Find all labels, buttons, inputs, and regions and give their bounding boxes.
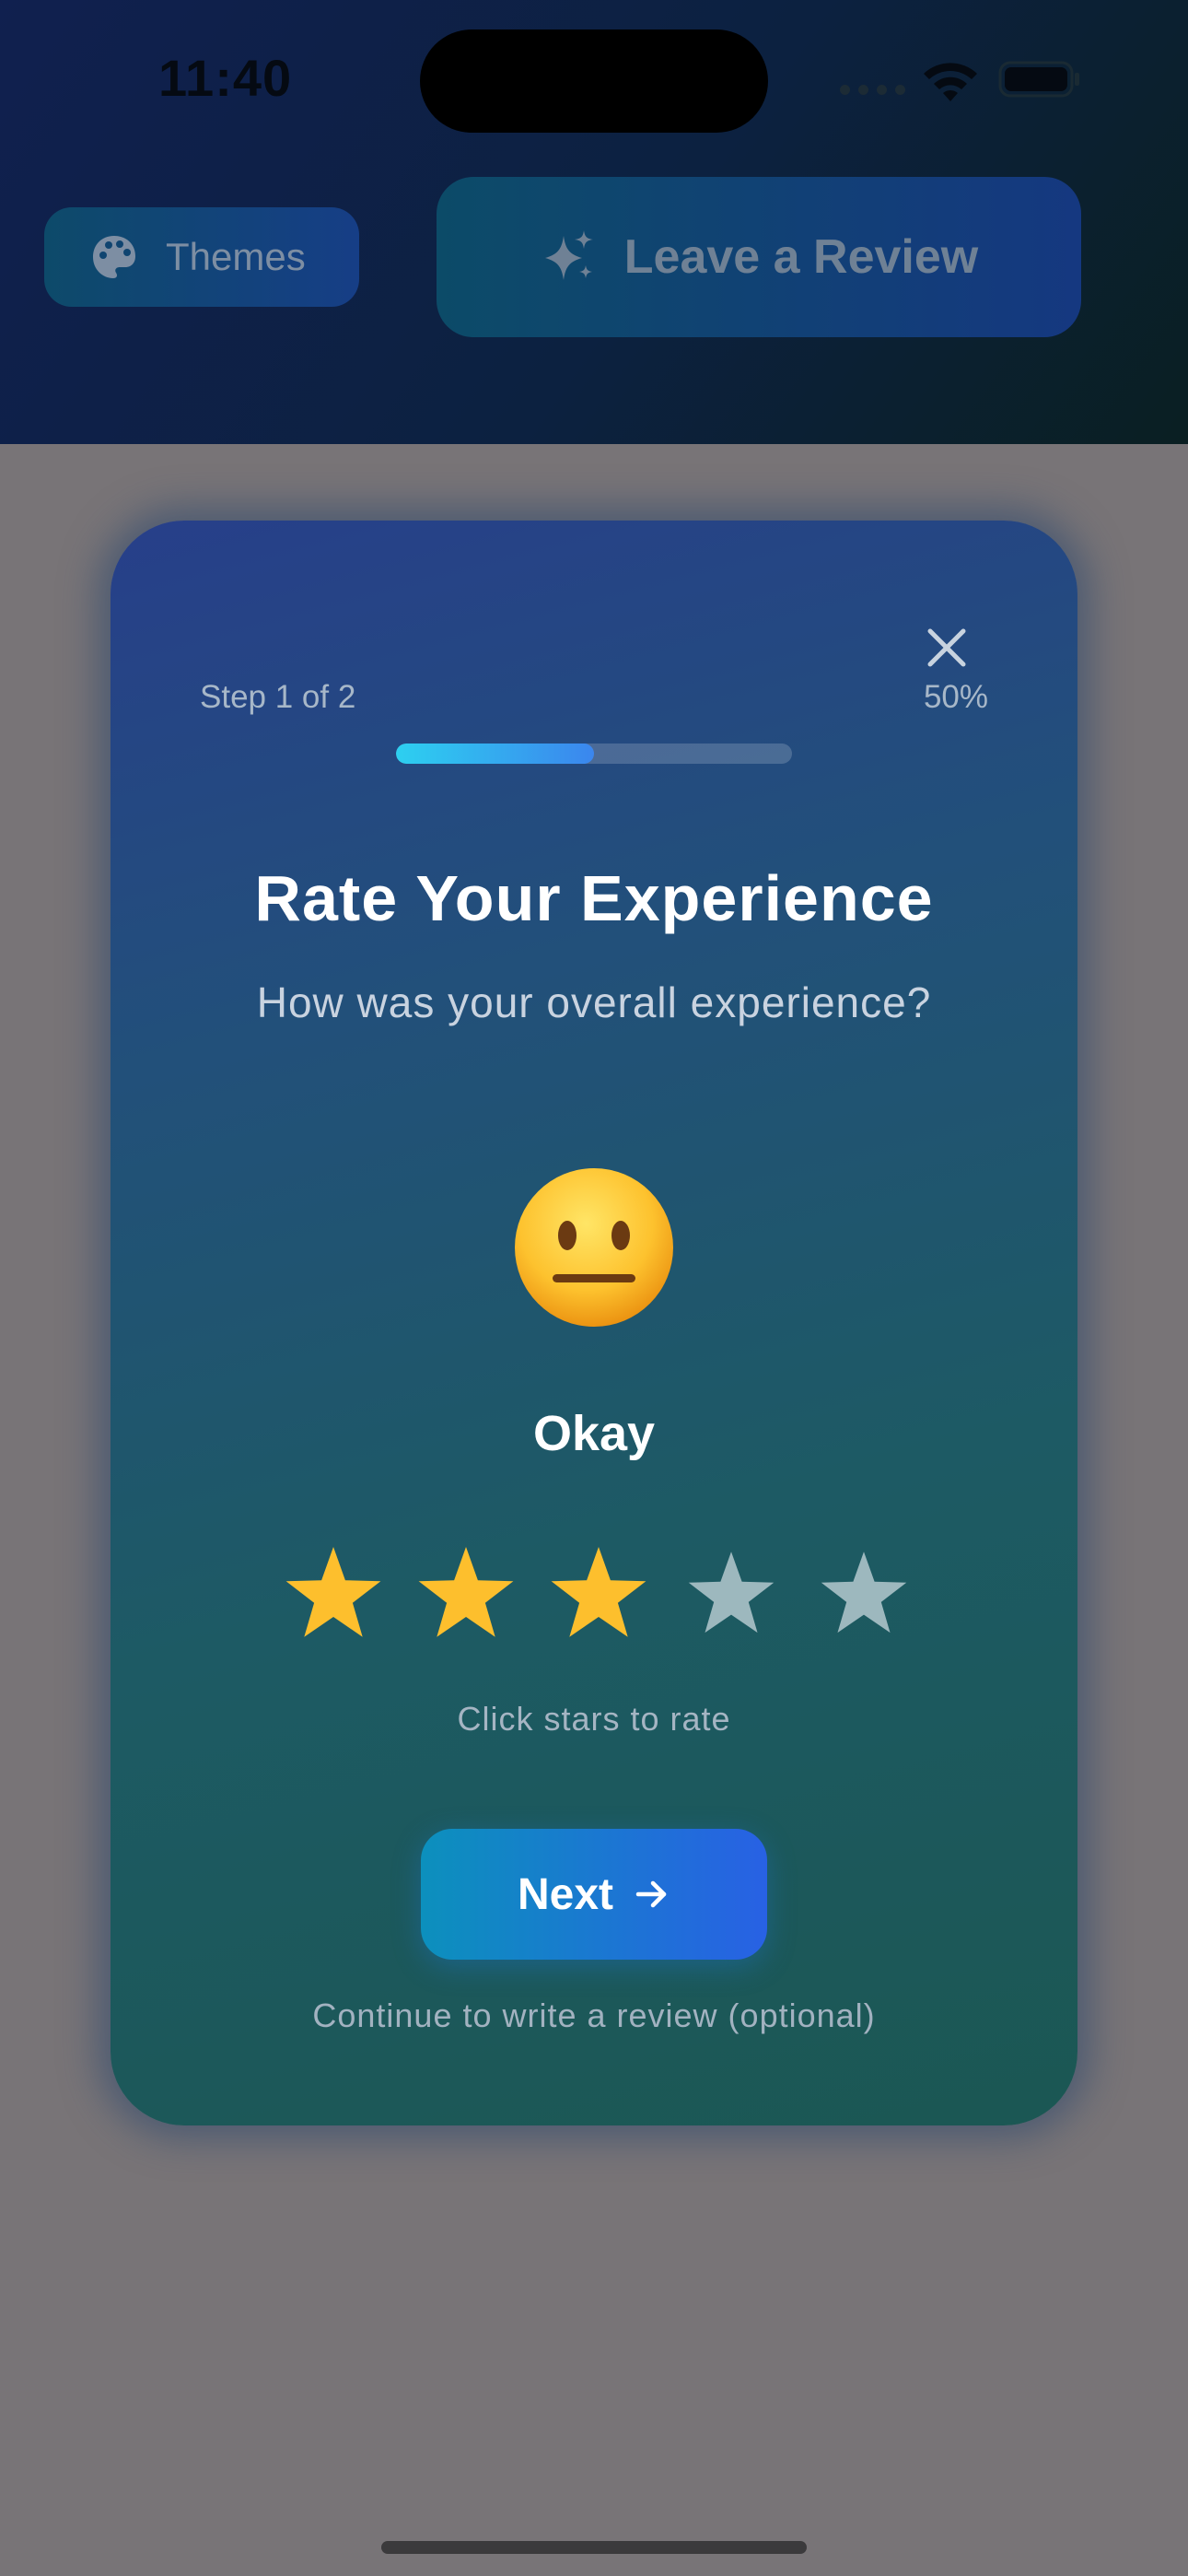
rating-modal: Step 1 of 2 50% Rate Your Experience How… xyxy=(111,521,1077,2125)
next-button[interactable]: Next xyxy=(421,1829,767,1960)
progress-bar xyxy=(396,744,792,764)
dynamic-island xyxy=(420,29,768,133)
star-empty-icon[interactable] xyxy=(685,1549,778,1642)
close-button[interactable] xyxy=(912,613,982,683)
next-label: Next xyxy=(517,1869,614,1919)
star-filled-icon[interactable] xyxy=(282,1543,385,1646)
arrow-right-icon xyxy=(635,1880,667,1908)
cellular-signal-icon xyxy=(840,85,905,95)
neutral-face-emoji xyxy=(515,1168,673,1327)
palette-icon xyxy=(93,236,135,278)
next-hint: Continue to write a review (optional) xyxy=(312,1996,876,2034)
star-empty-icon[interactable] xyxy=(818,1549,911,1642)
battery-icon xyxy=(998,61,1079,98)
leave-review-button[interactable]: Leave a Review xyxy=(437,177,1081,337)
star-filled-icon[interactable] xyxy=(414,1543,518,1646)
rating-label: Okay xyxy=(532,1406,656,1461)
star-filled-icon[interactable] xyxy=(547,1543,650,1646)
wifi-icon xyxy=(924,63,977,101)
leave-review-label: Leave a Review xyxy=(623,230,979,284)
themes-button[interactable]: Themes xyxy=(44,207,359,307)
step-indicator: Step 1 of 2 xyxy=(200,679,356,715)
stars-hint: Click stars to rate xyxy=(457,1700,731,1738)
modal-subtitle: How was your overall experience? xyxy=(256,978,932,1026)
progress-percent: 50% xyxy=(923,679,988,715)
status-bar-time: 11:40 xyxy=(158,49,293,107)
progress-bar-fill xyxy=(396,744,594,764)
themes-label: Themes xyxy=(166,235,306,278)
star-rating xyxy=(282,1543,926,1654)
sparkles-icon xyxy=(544,230,593,280)
home-indicator xyxy=(381,2541,807,2554)
close-icon xyxy=(927,628,966,667)
modal-title: Rate Your Experience xyxy=(254,862,934,934)
